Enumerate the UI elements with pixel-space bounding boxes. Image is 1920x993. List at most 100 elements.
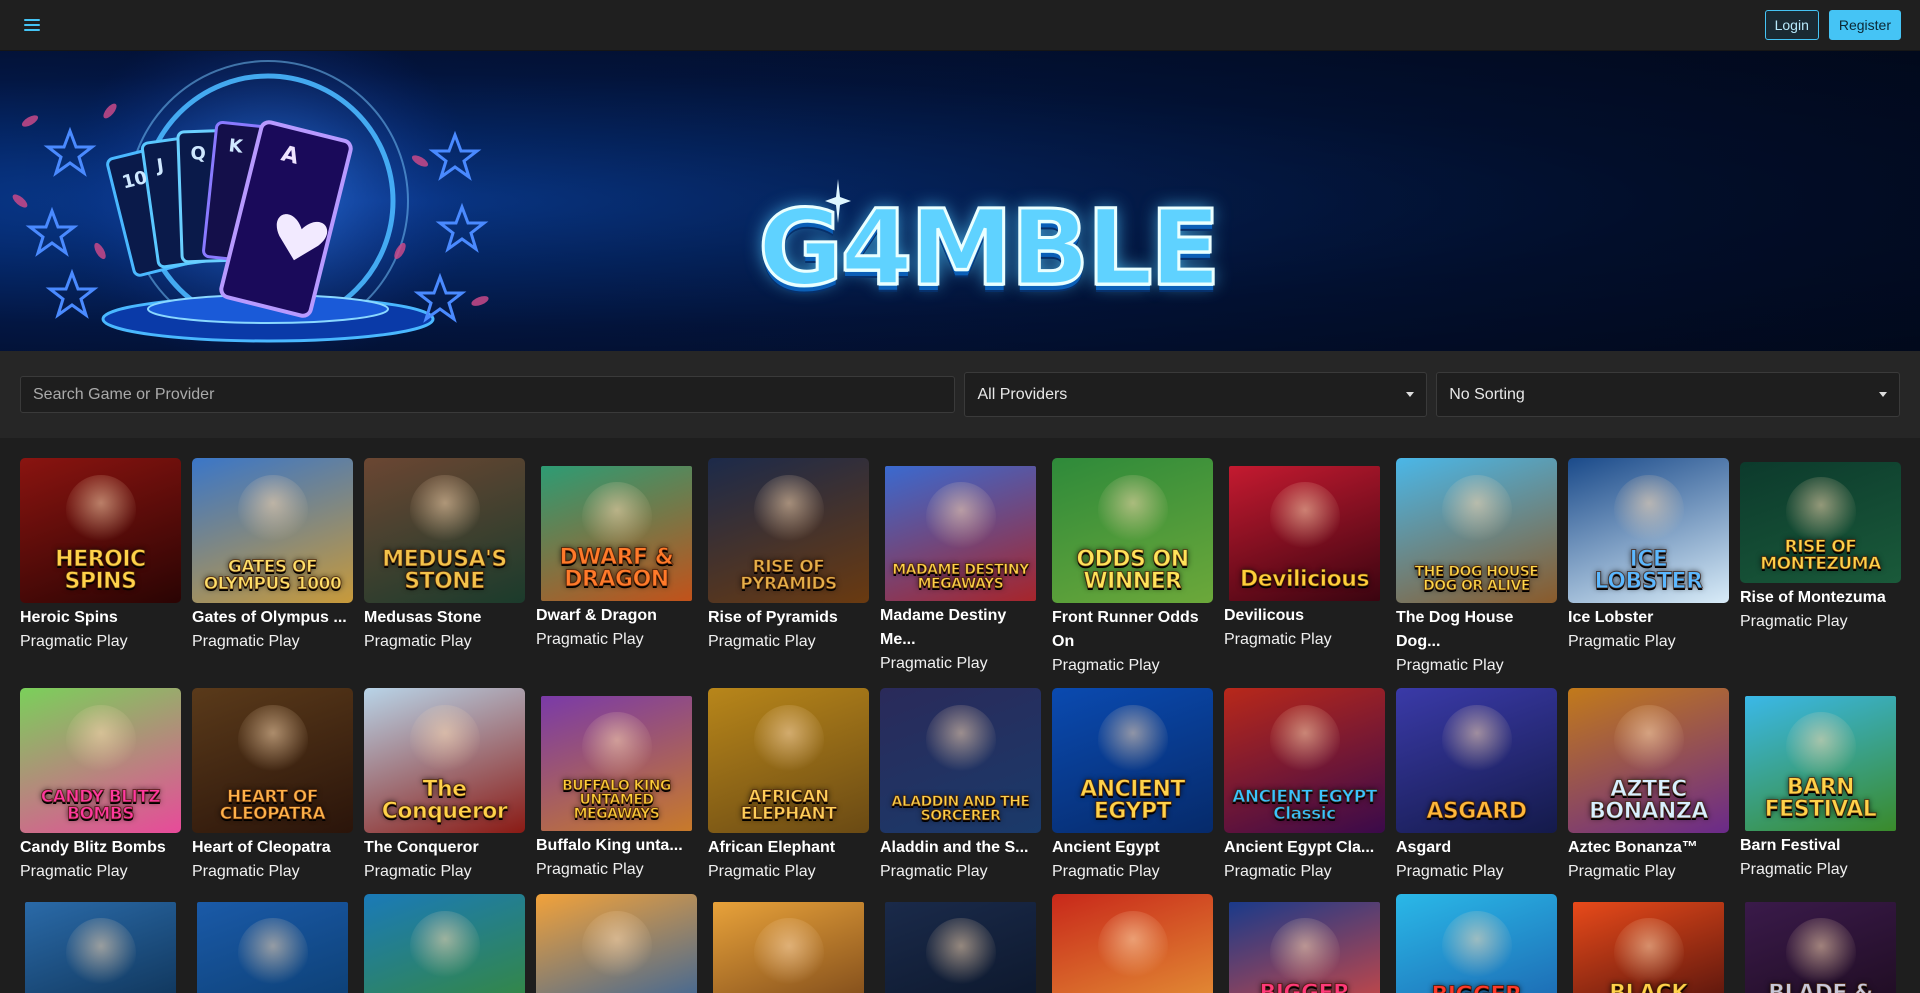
game-thumbnail[interactable]: BLACK BULL xyxy=(1573,902,1724,993)
game-card[interactable]: ANCIENT EGYPT Classic Ancient Egypt Cla..… xyxy=(1224,688,1385,884)
game-title[interactable]: Aztec Bonanza™ xyxy=(1568,836,1729,860)
game-thumbnail[interactable]: MADAME DESTINY MEGAWAYS xyxy=(885,466,1036,601)
game-card[interactable]: BIG BASS xyxy=(708,894,869,993)
game-card[interactable]: BLACK BULL xyxy=(1568,894,1729,993)
game-card[interactable]: BIG BASS xyxy=(536,894,697,993)
game-card[interactable]: CANDY BLITZ BOMBS Candy Blitz Bombs Pragma… xyxy=(20,688,181,884)
game-card[interactable]: BIGGER BASS xyxy=(1396,894,1557,993)
game-character-art xyxy=(1097,475,1168,546)
game-card[interactable]: HEART OF CLEOPATRA Heart of Cleopatra Prag… xyxy=(192,688,353,884)
game-title[interactable]: Madame Destiny Me... xyxy=(880,604,1041,652)
game-thumbnail[interactable]: BIGGER BASS xyxy=(1396,894,1557,993)
game-thumbnail[interactable]: BIG BASS xyxy=(25,902,176,993)
game-thumbnail[interactable]: BIG BASS xyxy=(713,902,864,993)
game-thumbnail[interactable]: AFRICAN ELEPHANT xyxy=(708,688,869,833)
game-title[interactable]: Ice Lobster xyxy=(1568,606,1729,630)
game-character-art xyxy=(409,911,480,982)
game-card[interactable]: The Conqueror The Conqueror Pragmatic Play xyxy=(364,688,525,884)
game-title[interactable]: Medusas Stone xyxy=(364,606,525,630)
game-character-art xyxy=(237,918,308,989)
sort-select[interactable]: No Sorting xyxy=(1436,372,1900,417)
game-card[interactable]: BIG BASS xyxy=(880,894,1041,993)
game-title[interactable]: Aladdin and the S... xyxy=(880,836,1041,860)
game-card[interactable]: THE DOG HOUSE DOG OR ALIVE The Dog House … xyxy=(1396,458,1557,678)
game-card[interactable]: AFRICAN ELEPHANT African Elephant Pragmati… xyxy=(708,688,869,884)
search-input[interactable]: Search Game or Provider xyxy=(20,376,956,413)
login-button[interactable]: Login xyxy=(1764,10,1819,40)
game-title[interactable]: Barn Festival xyxy=(1740,834,1901,858)
game-title[interactable]: Buffalo King unta... xyxy=(536,834,697,858)
game-title[interactable]: Ancient Egypt Cla... xyxy=(1224,836,1385,860)
game-logo-text: The Conqueror xyxy=(381,777,508,824)
game-thumbnail[interactable]: ICE LOBSTER xyxy=(1568,458,1729,603)
game-card[interactable]: BARN FESTIVAL Barn Festival Pragmatic Play xyxy=(1740,688,1901,884)
game-title[interactable]: Candy Blitz Bombs xyxy=(20,836,181,860)
game-thumbnail[interactable]: RISE OF PYRAMIDS xyxy=(708,458,869,603)
game-thumbnail[interactable]: BIG BASS xyxy=(364,894,525,993)
game-title[interactable]: Ancient Egypt xyxy=(1052,836,1213,860)
game-card[interactable]: MEDUSA'S STONE Medusas Stone Pragmatic Pla… xyxy=(364,458,525,678)
game-thumbnail[interactable]: BIG BASS xyxy=(885,902,1036,993)
game-thumbnail[interactable]: GATES OF OLYMPUS 1000 xyxy=(192,458,353,603)
game-card[interactable]: GATES OF OLYMPUS 1000 Gates of Olympus ..… xyxy=(192,458,353,678)
game-title[interactable]: Asgard xyxy=(1396,836,1557,860)
game-title[interactable]: The Dog House Dog... xyxy=(1396,606,1557,654)
game-thumbnail[interactable]: MEDUSA'S STONE xyxy=(364,458,525,603)
game-thumbnail[interactable]: The Conqueror xyxy=(364,688,525,833)
game-card[interactable]: AZTEC BONANZA Aztec Bonanza™ Pragmatic Pla… xyxy=(1568,688,1729,884)
game-title[interactable]: Heart of Cleopatra xyxy=(192,836,353,860)
game-thumbnail[interactable]: ANCIENT EGYPT xyxy=(1052,688,1213,833)
game-card[interactable]: ODDS ON WINNER Front Runner Odds On Pragma… xyxy=(1052,458,1213,678)
game-card[interactable]: BIG BASS xyxy=(20,894,181,993)
provider-select[interactable]: All Providers xyxy=(964,372,1428,417)
game-card[interactable]: MADAME DESTINY MEGAWAYS Madame Destiny Me… xyxy=(880,458,1041,678)
game-card[interactable]: Devilicious Devilicous Pragmatic Play xyxy=(1224,458,1385,678)
game-thumbnail[interactable]: BIG BASS xyxy=(536,894,697,993)
game-thumbnail[interactable]: AZTEC BONANZA xyxy=(1568,688,1729,833)
game-card[interactable] xyxy=(1052,894,1213,993)
game-title[interactable]: The Conqueror xyxy=(364,836,525,860)
game-thumbnail[interactable]: BIG BASS xyxy=(197,902,348,993)
game-title[interactable]: Rise of Pyramids xyxy=(708,606,869,630)
game-thumbnail[interactable] xyxy=(1052,894,1213,993)
game-card[interactable]: ANCIENT EGYPT Ancient Egypt Pragmatic Play xyxy=(1052,688,1213,884)
game-card[interactable]: ICE LOBSTER Ice Lobster Pragmatic Play xyxy=(1568,458,1729,678)
game-thumbnail[interactable]: HEROIC SPINS xyxy=(20,458,181,603)
game-thumbnail[interactable]: BUFFALO KING UNTAMED MEGAWAYS xyxy=(541,696,692,831)
game-card[interactable]: BLADE & FANGS xyxy=(1740,894,1901,993)
game-title[interactable]: Front Runner Odds On xyxy=(1052,606,1213,654)
game-title[interactable]: Gates of Olympus ... xyxy=(192,606,353,630)
game-card[interactable]: BIG BASS xyxy=(192,894,353,993)
game-card[interactable]: BIG BASS xyxy=(364,894,525,993)
game-character-art xyxy=(581,911,652,982)
game-card[interactable]: ASGARD Asgard Pragmatic Play xyxy=(1396,688,1557,884)
game-thumbnail[interactable]: Devilicious xyxy=(1229,466,1380,601)
register-button[interactable]: Register xyxy=(1828,10,1901,40)
game-thumbnail[interactable]: BIGGER BASS xyxy=(1229,902,1380,993)
game-card[interactable]: BIGGER BASS xyxy=(1224,894,1385,993)
game-card[interactable]: DWARF & DRAGON Dwarf & Dragon Pragmatic Pl… xyxy=(536,458,697,678)
game-thumbnail[interactable]: ODDS ON WINNER xyxy=(1052,458,1213,603)
game-title[interactable]: Rise of Montezuma xyxy=(1740,586,1901,610)
hamburger-icon[interactable] xyxy=(20,13,44,37)
game-thumbnail[interactable]: BLADE & FANGS xyxy=(1745,902,1896,993)
game-thumbnail[interactable]: ALADDIN AND THE SORCERER xyxy=(880,688,1041,833)
game-card[interactable]: RISE OF PYRAMIDS Rise of Pyramids Pragmati… xyxy=(708,458,869,678)
game-thumbnail[interactable]: RISE OF MONTEZUMA xyxy=(1740,462,1901,583)
game-thumbnail[interactable]: DWARF & DRAGON xyxy=(541,466,692,601)
game-provider: Pragmatic Play xyxy=(1396,657,1504,674)
game-thumbnail[interactable]: BARN FESTIVAL xyxy=(1745,696,1896,831)
game-title[interactable]: African Elephant xyxy=(708,836,869,860)
game-thumbnail[interactable]: ANCIENT EGYPT Classic xyxy=(1224,688,1385,833)
game-card[interactable]: RISE OF MONTEZUMA Rise of Montezuma Pragma… xyxy=(1740,458,1901,678)
game-thumbnail[interactable]: CANDY BLITZ BOMBS xyxy=(20,688,181,833)
game-title[interactable]: Dwarf & Dragon xyxy=(536,604,697,628)
game-thumbnail[interactable]: ASGARD xyxy=(1396,688,1557,833)
game-thumbnail[interactable]: THE DOG HOUSE DOG OR ALIVE xyxy=(1396,458,1557,603)
game-title[interactable]: Devilicous xyxy=(1224,604,1385,628)
game-card[interactable]: ALADDIN AND THE SORCERER Aladdin and the … xyxy=(880,688,1041,884)
game-card[interactable]: HEROIC SPINS Heroic Spins Pragmatic Play xyxy=(20,458,181,678)
game-title[interactable]: Heroic Spins xyxy=(20,606,181,630)
game-thumbnail[interactable]: HEART OF CLEOPATRA xyxy=(192,688,353,833)
game-card[interactable]: BUFFALO KING UNTAMED MEGAWAYS Buffalo Kin… xyxy=(536,688,697,884)
